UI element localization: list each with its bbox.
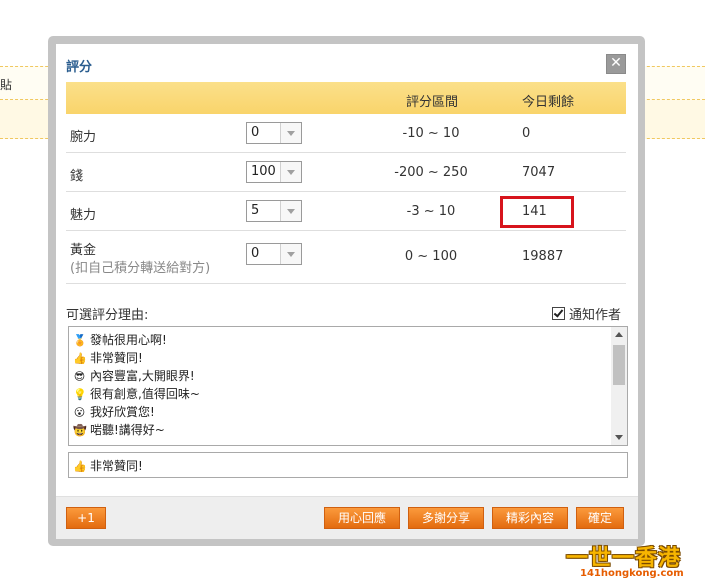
- row-note: (扣自己積分轉送給對方): [70, 261, 211, 276]
- reason-text: 我好欣賞您!: [90, 405, 155, 419]
- notify-author-label: 通知作者: [569, 308, 622, 323]
- reason-text: 啱聽!講得好~: [90, 423, 165, 437]
- remaining-value: 141: [522, 204, 547, 219]
- reason-text: 非常贊同!: [90, 351, 143, 365]
- table-row: 錢 100 -200 ~ 250 7047: [66, 153, 626, 192]
- score-range: -200 ~ 250: [394, 165, 468, 180]
- great-content-button[interactable]: 精彩內容: [492, 507, 568, 529]
- table-row: 黃金 (扣自己積分轉送給對方) 0 0 ~ 100 19887: [66, 231, 626, 284]
- table-header: 評分區間 今日剩餘: [66, 82, 626, 114]
- close-button[interactable]: ✕: [606, 54, 626, 74]
- score-range: 0 ~ 100: [404, 249, 458, 264]
- thumbs-up-icon: 👍: [73, 460, 87, 473]
- thoughtful-reply-button[interactable]: 用心回應: [324, 507, 400, 529]
- dialog-title: 評分: [66, 60, 93, 75]
- header-range: 評分區間: [406, 95, 459, 110]
- reasons-list[interactable]: 🏅 發帖很用心啊! 👍 非常贊同! 😎 內容豐富,大開眼界! 💡 很有創意,值得回味~ …: [68, 326, 628, 446]
- table-row: 魅力 5 -3 ~ 10 141: [66, 192, 626, 231]
- list-item[interactable]: 🤠 啱聽!講得好~: [73, 421, 165, 438]
- row-label: 錢: [70, 169, 84, 184]
- chevron-down-icon[interactable]: [280, 201, 301, 221]
- list-item[interactable]: 🏅 發帖很用心啊!: [73, 331, 167, 348]
- confirm-button[interactable]: 確定: [576, 507, 624, 529]
- score-value: 0: [251, 246, 260, 261]
- scroll-thumb[interactable]: [613, 345, 625, 385]
- chevron-down-icon[interactable]: [280, 162, 301, 182]
- remaining-value: 7047: [522, 165, 556, 180]
- row-label: 腕力: [70, 130, 97, 145]
- score-select[interactable]: 0: [246, 122, 302, 144]
- score-value: 5: [251, 203, 260, 218]
- reason-input-text: 非常贊同!: [90, 459, 143, 473]
- score-value: 100: [251, 164, 276, 179]
- reason-text: 發帖很用心啊!: [90, 333, 167, 347]
- list-item[interactable]: 😮 我好欣賞您!: [73, 403, 155, 420]
- surprised-face-icon: 😮: [73, 406, 86, 419]
- list-item[interactable]: 👍 非常贊同!: [73, 349, 143, 366]
- scroll-up-arrow-icon[interactable]: [611, 327, 627, 341]
- thanks-share-button[interactable]: 多謝分享: [408, 507, 484, 529]
- sunglasses-face-icon: 😎: [73, 370, 86, 383]
- list-item[interactable]: 😎 內容豐富,大開眼界!: [73, 367, 195, 384]
- chevron-down-icon[interactable]: [280, 123, 301, 143]
- medal-icon: 🏅: [73, 334, 87, 347]
- notify-author-checkbox[interactable]: [552, 307, 565, 320]
- scrollbar[interactable]: [611, 327, 627, 445]
- score-range: -3 ~ 10: [406, 204, 456, 219]
- notify-author-option[interactable]: 通知作者: [552, 304, 621, 323]
- dialog-footer: +1 用心回應 多謝分享 精彩內容 確定: [56, 496, 638, 539]
- scroll-down-arrow-icon[interactable]: [611, 431, 627, 445]
- reasons-label: 可選評分理由:: [66, 308, 149, 323]
- chevron-down-icon[interactable]: [280, 244, 301, 264]
- background-page-text: 貼: [0, 78, 13, 92]
- list-item[interactable]: 💡 很有創意,值得回味~: [73, 385, 200, 402]
- thumbs-up-icon: 👍: [73, 352, 87, 365]
- table-row: 腕力 0 -10 ~ 10 0: [66, 114, 626, 153]
- rating-dialog: 評分 ✕ 評分區間 今日剩餘 腕力 0 -10 ~ 10 0 錢 100 -20…: [56, 44, 638, 539]
- reason-text: 很有創意,值得回味~: [90, 387, 200, 401]
- lightbulb-icon: 💡: [73, 388, 87, 401]
- score-select[interactable]: 0: [246, 243, 302, 265]
- score-select[interactable]: 5: [246, 200, 302, 222]
- reason-input[interactable]: 👍 非常贊同!: [68, 452, 628, 478]
- reason-text: 內容豐富,大開眼界!: [90, 369, 195, 383]
- plus-one-button[interactable]: +1: [66, 507, 106, 529]
- score-value: 0: [251, 125, 260, 140]
- score-range: -10 ~ 10: [402, 126, 460, 141]
- rating-table: 評分區間 今日剩餘 腕力 0 -10 ~ 10 0 錢 100 -200 ~ 2…: [66, 82, 626, 284]
- remaining-value: 19887: [522, 249, 564, 264]
- cowboy-face-icon: 🤠: [73, 424, 87, 437]
- remaining-value: 0: [522, 126, 531, 141]
- watermark-url: 141hongkong.com: [580, 568, 684, 579]
- header-remaining: 今日剩餘: [522, 95, 575, 110]
- row-label: 黃金: [70, 243, 97, 258]
- site-watermark: 一世一香港 141hongkong.com: [566, 540, 684, 579]
- row-label: 魅力: [70, 208, 97, 223]
- score-select[interactable]: 100: [246, 161, 302, 183]
